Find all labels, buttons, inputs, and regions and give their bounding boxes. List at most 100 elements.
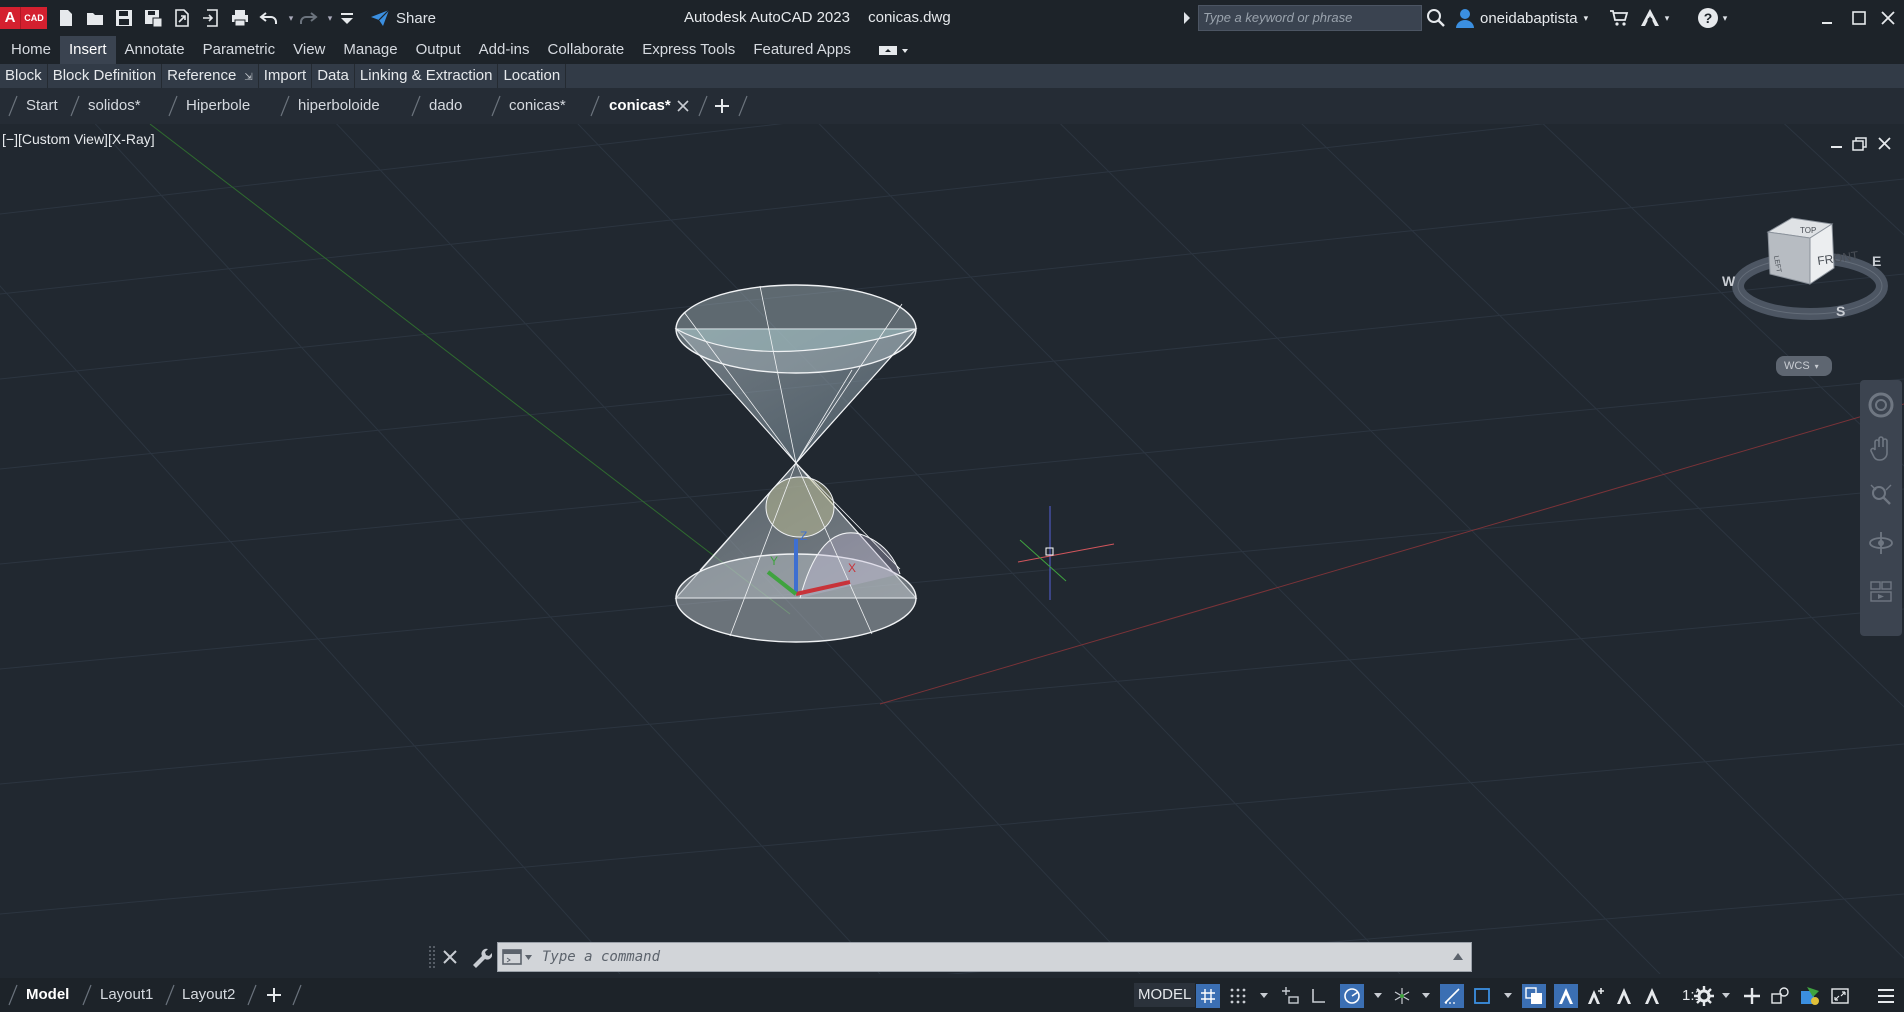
auto-scale-icon[interactable] (1584, 984, 1608, 1008)
command-line[interactable]: Type a command (497, 942, 1472, 972)
autodesk-app-icon[interactable]: ▾ (1636, 7, 1672, 29)
panel-location[interactable]: Location (498, 64, 567, 88)
workspace-dropdown-icon[interactable] (1722, 993, 1730, 998)
user-account-button[interactable]: oneidabaptista ▾ (1456, 6, 1588, 30)
compass-west-label[interactable]: W (1722, 273, 1736, 289)
annotation-monitor-icon[interactable] (1740, 984, 1764, 1008)
import-icon[interactable] (199, 6, 223, 30)
close-icon[interactable] (1874, 5, 1902, 31)
workspace-gear-icon[interactable] (1692, 984, 1716, 1008)
tab-close-icon[interactable] (675, 98, 691, 114)
compass-south-label[interactable]: S (1836, 303, 1845, 319)
save-icon[interactable] (112, 6, 136, 30)
ribbon-display-toggle[interactable] (878, 40, 910, 60)
command-history-icon[interactable] (502, 948, 534, 966)
customize-icon[interactable] (335, 6, 359, 30)
model-space-toggle[interactable]: MODEL (1134, 983, 1196, 1007)
polar-tracking-icon[interactable] (1340, 984, 1364, 1008)
selection-cycling-icon[interactable] (1522, 984, 1546, 1008)
file-tab-start[interactable]: Start (26, 88, 58, 124)
command-input[interactable]: Type a command (542, 943, 660, 971)
open-icon[interactable] (83, 6, 107, 30)
zoom-extents-icon[interactable] (1866, 480, 1896, 510)
viewcube[interactable]: TOP FRONT LEFT W E S (1722, 206, 1888, 326)
share-button[interactable]: Share (370, 9, 436, 27)
help-icon[interactable]: ? ▾ (1694, 7, 1730, 29)
object-snap-tracking-icon[interactable] (1440, 984, 1464, 1008)
tab-manage[interactable]: Manage (334, 36, 406, 64)
viewport-minimize-icon[interactable] (1828, 136, 1846, 152)
command-line-grip[interactable] (428, 944, 436, 970)
snap-mode-icon[interactable] (1226, 984, 1250, 1008)
fullscreen-icon[interactable] (1828, 984, 1852, 1008)
command-line-close-icon[interactable] (440, 947, 460, 967)
command-line-customize-icon[interactable] (470, 946, 492, 968)
undo-dropdown-icon[interactable]: ▾ (286, 6, 296, 30)
annotation-scale-icon[interactable] (1612, 984, 1636, 1008)
panel-reference[interactable]: Reference ⇲ (162, 64, 259, 88)
tab-featured-apps[interactable]: Featured Apps (744, 36, 860, 64)
layout-tab-layout1[interactable]: Layout1 (100, 978, 153, 1012)
tab-express-tools[interactable]: Express Tools (633, 36, 744, 64)
steering-wheel-icon[interactable] (1866, 390, 1896, 420)
file-tab-hiperboloide[interactable]: hiperboloide (298, 88, 380, 124)
isodraft-icon[interactable] (1390, 984, 1414, 1008)
minimize-icon[interactable] (1813, 5, 1841, 31)
new-layout-icon[interactable] (265, 986, 283, 1004)
compass-east-label[interactable]: E (1872, 253, 1881, 269)
redo-dropdown-icon[interactable]: ▾ (325, 6, 335, 30)
object-snap-icon[interactable] (1470, 984, 1494, 1008)
search-icon[interactable] (1426, 8, 1446, 28)
object-snap-dropdown-icon[interactable] (1504, 993, 1512, 998)
undo-icon[interactable] (257, 6, 281, 30)
file-tab-solidos[interactable]: solidos* (88, 88, 141, 124)
panel-block-definition[interactable]: Block Definition (48, 64, 163, 88)
tab-view[interactable]: View (284, 36, 334, 64)
snap-dropdown-icon[interactable] (1260, 993, 1268, 998)
workspace-switch-icon[interactable] (1640, 984, 1664, 1008)
panel-dialog-launcher-icon[interactable]: ⇲ (244, 72, 252, 83)
save-as-icon[interactable] (141, 6, 165, 30)
file-tab-conicas[interactable]: conicas* (509, 88, 566, 124)
infer-constraints-icon[interactable] (1278, 984, 1302, 1008)
print-icon[interactable] (228, 6, 252, 30)
viewport-controls-label[interactable]: [−][Custom View][X-Ray] (2, 131, 155, 147)
units-icon[interactable] (1768, 984, 1792, 1008)
cart-icon[interactable] (1608, 7, 1630, 29)
customization-menu-icon[interactable] (1874, 984, 1898, 1008)
layout-tab-layout2[interactable]: Layout2 (182, 978, 235, 1012)
tab-collaborate[interactable]: Collaborate (538, 36, 633, 64)
model-space-canvas[interactable]: X Y Z (0, 124, 1904, 974)
drawing-viewport[interactable]: X Y Z [−][Custom View][X-Ray] TOP FRONT … (0, 124, 1904, 974)
layout-tab-model[interactable]: Model (26, 978, 69, 1012)
maximize-icon[interactable] (1845, 5, 1873, 31)
pan-icon[interactable] (1866, 434, 1896, 464)
panel-block[interactable]: Block (0, 64, 48, 88)
tab-output[interactable]: Output (407, 36, 470, 64)
new-tab-icon[interactable] (713, 97, 731, 115)
search-expand-icon[interactable] (1184, 12, 1190, 24)
viewport-restore-icon[interactable] (1851, 136, 1869, 152)
panel-import[interactable]: Import (259, 64, 313, 88)
viewcube-top-label[interactable]: TOP (1800, 226, 1816, 235)
app-menu-button[interactable]: A CAD (0, 7, 47, 29)
annotation-visibility-icon[interactable] (1554, 984, 1578, 1008)
isodraft-dropdown-icon[interactable] (1422, 993, 1430, 998)
export-icon[interactable] (170, 6, 194, 30)
redo-icon[interactable] (296, 6, 320, 30)
file-tab-conicas-active[interactable]: conicas* (609, 88, 671, 124)
isolate-objects-icon[interactable] (1798, 984, 1822, 1008)
command-expand-icon[interactable] (1453, 953, 1463, 960)
showmotion-icon[interactable] (1866, 576, 1896, 606)
panel-linking-extraction[interactable]: Linking & Extraction (355, 64, 499, 88)
file-tab-dado[interactable]: dado (429, 88, 462, 124)
panel-data[interactable]: Data (312, 64, 355, 88)
orbit-icon[interactable] (1866, 528, 1896, 558)
tab-annotate[interactable]: Annotate (116, 36, 194, 64)
ortho-mode-icon[interactable] (1306, 984, 1330, 1008)
search-input[interactable]: Type a keyword or phrase (1198, 5, 1422, 31)
tab-home[interactable]: Home (2, 36, 60, 64)
viewport-close-icon[interactable] (1876, 136, 1894, 152)
new-icon[interactable] (54, 6, 78, 30)
tab-add-ins[interactable]: Add-ins (470, 36, 539, 64)
